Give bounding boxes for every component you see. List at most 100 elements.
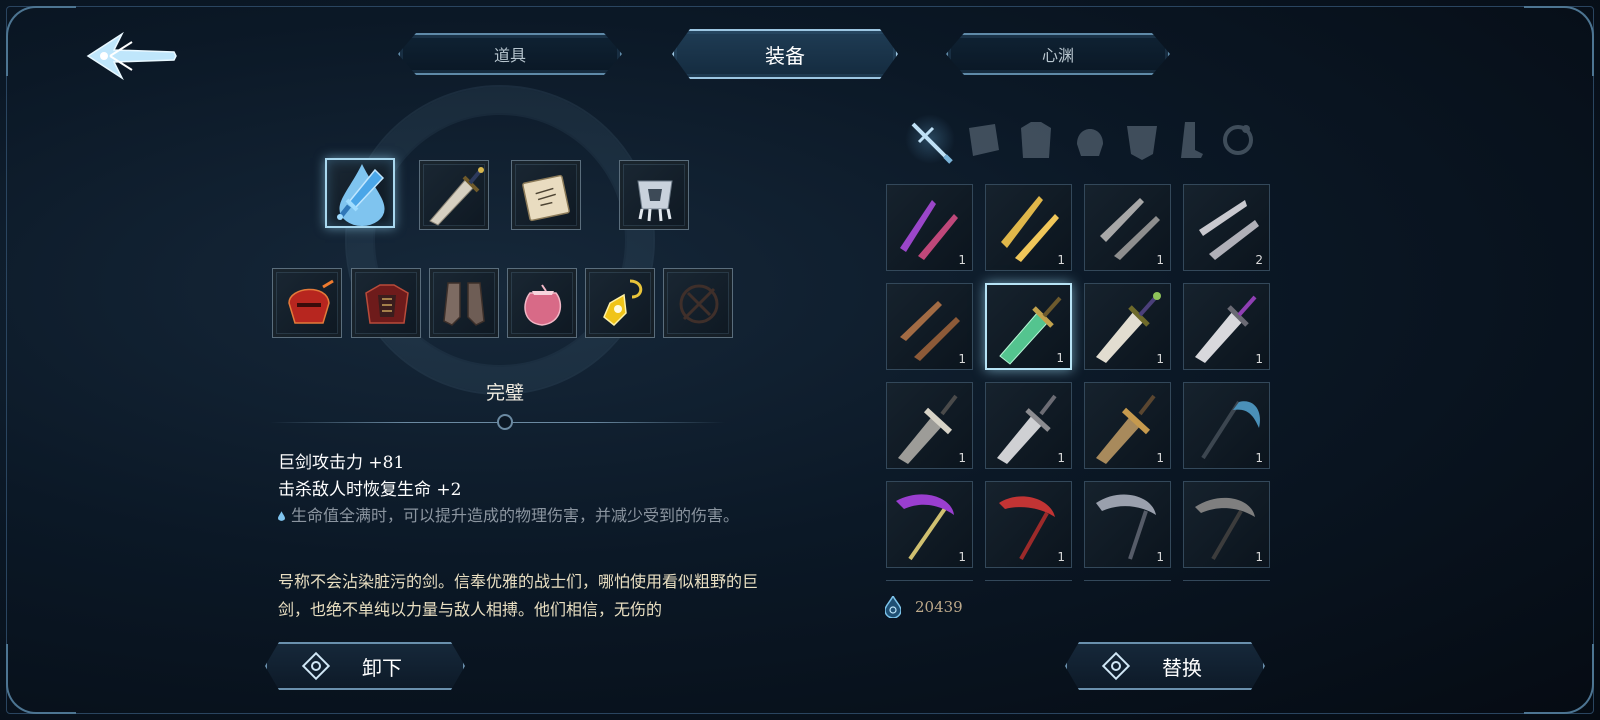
item-count: 1: [958, 451, 966, 465]
item-count: 1: [1056, 351, 1064, 365]
greatsword-icon: [429, 167, 484, 226]
equip-slot-weapon[interactable]: [325, 158, 395, 228]
ring-icon: [1223, 125, 1253, 155]
item-count: 2: [1255, 253, 1263, 267]
category-ring[interactable]: [1213, 114, 1263, 164]
inventory-item[interactable]: [1183, 580, 1270, 581]
tab-heart-abyss-label: 心渊: [1041, 46, 1074, 65]
equip-slot-helmet[interactable]: [272, 268, 342, 338]
equip-slot-charm[interactable]: [619, 160, 689, 230]
chestplate-icon: [1127, 126, 1157, 160]
inventory-item[interactable]: 1: [985, 382, 1072, 469]
rune-icon: [1101, 651, 1131, 681]
corner-ornament: [6, 6, 76, 76]
corner-ornament: [1524, 644, 1594, 714]
equip-slot-greatsword[interactable]: [419, 160, 489, 230]
inventory-item[interactable]: 1: [1084, 184, 1171, 271]
soul-drop-icon: [885, 596, 901, 618]
inventory-item-selected[interactable]: 1: [985, 283, 1072, 370]
item-count: 1: [1255, 352, 1263, 366]
corner-ornament: [1524, 6, 1594, 76]
screen-frame: [6, 6, 1594, 714]
tab-equipment-label: 装备: [765, 43, 805, 68]
category-boots[interactable]: [1165, 114, 1215, 164]
item-count: 1: [1156, 451, 1164, 465]
inventory-grid: 1 1 1 2 1 1 1 1 1 1 1 1 1 1 1 1: [886, 184, 1276, 581]
unequip-button[interactable]: 卸下: [265, 642, 465, 690]
inventory-item[interactable]: 1: [1183, 481, 1270, 568]
currency-display: 20439: [885, 596, 963, 618]
equip-slot-charm-gold[interactable]: [585, 268, 655, 338]
armor-icon: [1021, 122, 1051, 158]
boots-icon: [1181, 122, 1203, 158]
equip-slot-boots[interactable]: [429, 268, 499, 338]
cloth-charm-icon: [637, 180, 673, 222]
item-count: 1: [1057, 451, 1065, 465]
red-helmet-icon: [288, 279, 334, 324]
passive-text: 生命值全满时，可以提升造成的物理伤害，并减少受到的伤害。: [291, 506, 740, 525]
empty-slot-icon: [679, 284, 719, 324]
tab-items[interactable]: 道具: [398, 33, 622, 75]
item-count: 1: [958, 550, 966, 564]
inventory-item[interactable]: 1: [985, 481, 1072, 568]
sword-icon: [911, 122, 953, 164]
stat-attack: 巨剑攻击力 +81: [278, 453, 405, 473]
inventory-item[interactable]: [1084, 580, 1171, 581]
greatsword-blue-icon: [337, 168, 385, 220]
item-count: 1: [958, 253, 966, 267]
replace-button[interactable]: 替换: [1065, 642, 1265, 690]
rune-icon: [301, 651, 331, 681]
inventory-item[interactable]: [985, 580, 1072, 581]
unequip-label: 卸下: [362, 655, 402, 680]
inventory-item[interactable]: 1: [886, 283, 973, 370]
inventory-item[interactable]: 2: [1183, 184, 1270, 271]
pink-pouch-icon: [524, 284, 562, 326]
inventory-item[interactable]: 1: [1183, 382, 1270, 469]
inventory-item[interactable]: 1: [886, 382, 973, 469]
category-gauntlet[interactable]: [957, 114, 1007, 164]
equip-slot-armor[interactable]: [351, 268, 421, 338]
item-lore: 号称不会沾染脏污的剑。信奉优雅的战士们，哪怕使用看似粗野的巨剑，也绝不单纯以力量…: [278, 572, 759, 619]
inventory-item[interactable]: 1: [886, 481, 973, 568]
equip-slot-empty[interactable]: [663, 268, 733, 338]
item-count: 1: [1255, 451, 1263, 465]
inventory-item[interactable]: 1: [886, 184, 973, 271]
currency-amount: 20439: [915, 598, 963, 616]
boots-icon: [443, 282, 485, 326]
tab-equipment[interactable]: 装备: [672, 29, 898, 79]
scroll-icon: [522, 174, 570, 222]
replace-label: 替换: [1162, 655, 1202, 680]
category-sword[interactable]: [905, 114, 955, 164]
divider-ornament: [497, 414, 513, 430]
item-name: 完璧: [485, 382, 524, 404]
magic-circle-decoration: [345, 85, 655, 395]
back-arrow-icon: [86, 31, 177, 81]
inventory-item[interactable]: 1: [985, 184, 1072, 271]
inventory-item[interactable]: 1: [1084, 283, 1171, 370]
tab-items-label: 道具: [493, 46, 526, 65]
item-count: 1: [1156, 253, 1164, 267]
item-count: 1: [1156, 352, 1164, 366]
stat-heal-on-kill: 击杀敌人时恢复生命 +2: [278, 480, 462, 500]
category-helmet[interactable]: [1065, 114, 1115, 164]
back-button[interactable]: [84, 26, 180, 86]
helmet-icon: [1077, 129, 1103, 156]
tab-heart-abyss[interactable]: 心渊: [946, 33, 1170, 75]
equip-slot-scroll[interactable]: [511, 160, 581, 230]
gauntlet-icon: [969, 124, 999, 156]
item-count: 1: [958, 352, 966, 366]
category-armor[interactable]: [1011, 114, 1061, 164]
item-count: 1: [1057, 253, 1065, 267]
red-armor-icon: [365, 284, 409, 324]
inventory-item[interactable]: [886, 580, 973, 581]
corner-ornament: [6, 644, 76, 714]
water-drop-icon: [278, 511, 285, 521]
inventory-item[interactable]: 1: [1084, 382, 1171, 469]
equip-slot-pouch[interactable]: [507, 268, 577, 338]
category-chestplate[interactable]: [1117, 114, 1167, 164]
inventory-item[interactable]: 1: [1183, 283, 1270, 370]
item-count: 1: [1255, 550, 1263, 564]
passive-effect: 生命值全满时，可以提升造成的物理伤害，并减少受到的伤害。: [278, 503, 768, 529]
item-count: 1: [1156, 550, 1164, 564]
inventory-item[interactable]: 1: [1084, 481, 1171, 568]
